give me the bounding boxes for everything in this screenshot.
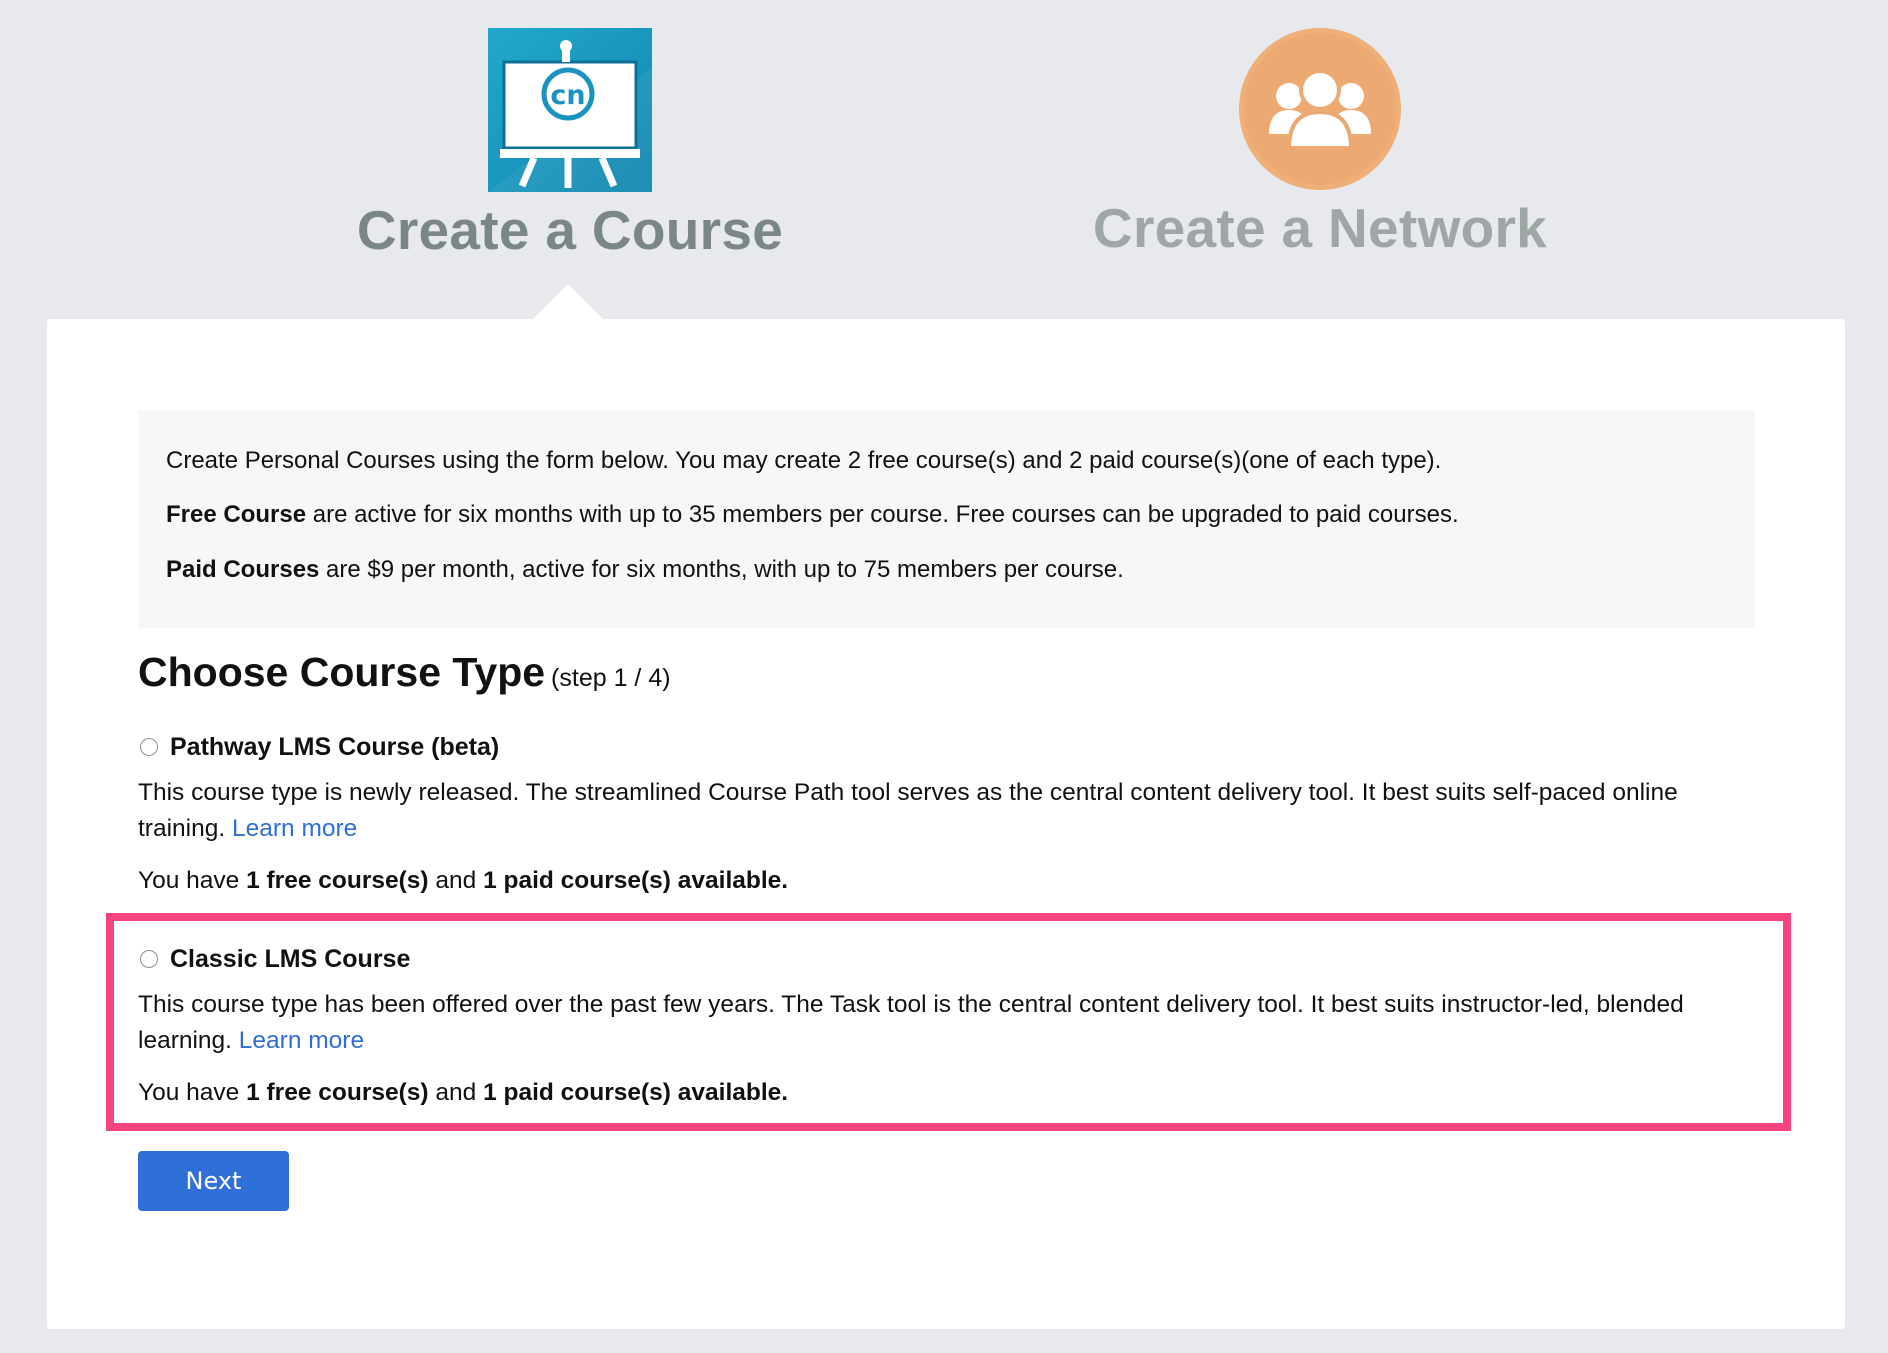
info-free-course: Free Course are active for six months wi…	[166, 500, 1459, 530]
info-free-label: Free Course	[166, 501, 307, 528]
section-step: (step 1 / 4)	[551, 664, 671, 692]
avail-prefix: You have	[138, 867, 247, 894]
option-pathway-lms: Pathway LMS Course (beta) This course ty…	[138, 729, 1778, 896]
course-form-panel: Create Personal Courses using the form b…	[47, 319, 1845, 1329]
option-classic-description: This course type has been offered over t…	[138, 987, 1758, 1059]
option-classic-lms: Classic LMS Course This course type has …	[138, 941, 1778, 1108]
avail-free-count: 1 free course(s)	[246, 1079, 429, 1106]
next-button[interactable]: Next	[138, 1151, 289, 1211]
tab-create-network[interactable]: Create a Network	[1080, 28, 1560, 260]
info-paid-course: Paid Courses are $9 per month, active fo…	[166, 555, 1124, 585]
avail-mid: and	[428, 867, 484, 894]
option-classic-description-text: This course type has been offered over t…	[138, 991, 1684, 1054]
course-network-tabs: cn Create a Course Create a Network	[0, 0, 1888, 320]
presentation-board-icon: cn	[488, 28, 652, 192]
tab-create-course[interactable]: cn Create a Course	[330, 28, 810, 262]
info-paid-label: Paid Courses	[166, 556, 320, 583]
group-people-icon	[1239, 28, 1401, 190]
section-title: Choose Course Type (step 1 / 4)	[138, 649, 671, 696]
active-tab-pointer	[532, 284, 604, 320]
course-icon-text: cn	[550, 80, 585, 111]
info-paid-text: are $9 per month, active for six months,…	[319, 556, 1124, 583]
option-pathway-description: This course type is newly released. The …	[138, 775, 1758, 847]
tab-create-network-label: Create a Network	[1092, 197, 1548, 259]
pathway-learn-more-link[interactable]: Learn more	[232, 815, 357, 842]
option-pathway-title[interactable]: Pathway LMS Course (beta)	[170, 733, 499, 762]
avail-paid-count: 1 paid course(s) available.	[483, 1079, 789, 1106]
avail-prefix: You have	[138, 1079, 247, 1106]
option-pathway-description-text: This course type is newly released. The …	[138, 779, 1678, 842]
classic-learn-more-link[interactable]: Learn more	[239, 1027, 364, 1054]
info-free-text: are active for six months with up to 35 …	[306, 501, 1459, 528]
option-classic-title[interactable]: Classic LMS Course	[170, 945, 410, 974]
info-box: Create Personal Courses using the form b…	[138, 410, 1755, 628]
avail-paid-count: 1 paid course(s) available.	[483, 867, 789, 894]
avail-mid: and	[428, 1079, 484, 1106]
tab-create-course-label: Create a Course	[356, 199, 784, 261]
option-pathway-header: Pathway LMS Course (beta)	[138, 729, 1778, 765]
section-title-text: Choose Course Type	[138, 649, 546, 695]
pathway-radio[interactable]	[140, 738, 158, 756]
option-pathway-availability: You have 1 free course(s) and 1 paid cou…	[138, 866, 1778, 896]
option-classic-header: Classic LMS Course	[138, 941, 1778, 977]
option-classic-availability: You have 1 free course(s) and 1 paid cou…	[138, 1078, 1778, 1108]
info-intro: Create Personal Courses using the form b…	[166, 447, 1442, 474]
classic-radio[interactable]	[140, 950, 158, 968]
avail-free-count: 1 free course(s)	[246, 867, 429, 894]
